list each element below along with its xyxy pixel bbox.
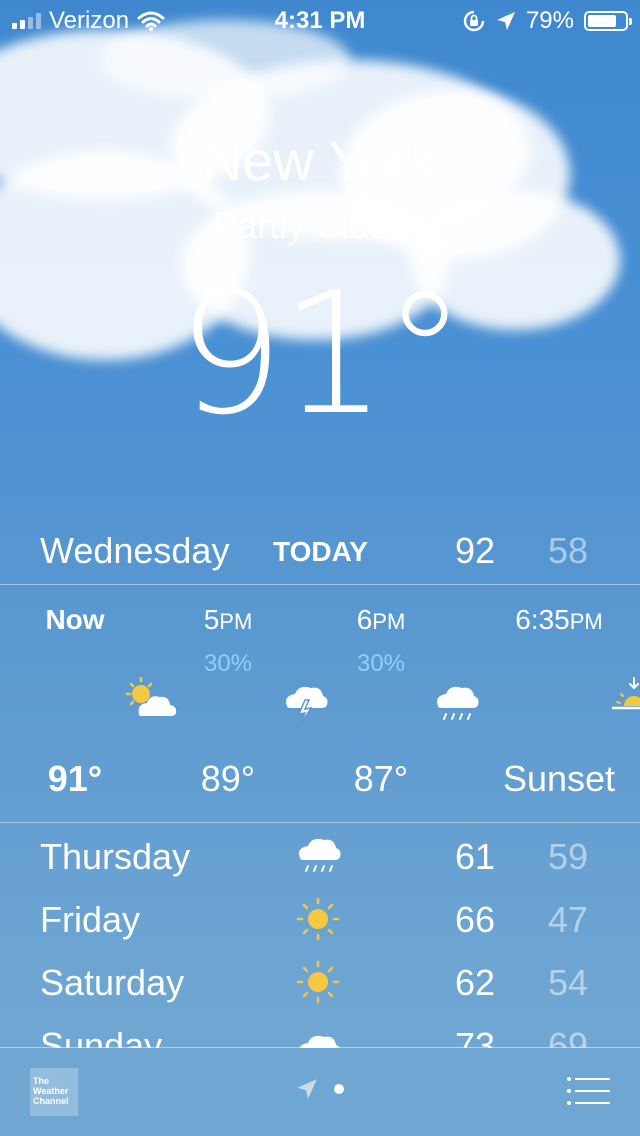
today-high: 92 [455, 530, 496, 571]
hour-temperature: 87° [353, 758, 409, 799]
day-name: Thursday [40, 836, 191, 877]
hour-label: Now [45, 604, 105, 635]
sun-icon [296, 960, 340, 1004]
today-day: Wednesday [40, 530, 230, 571]
hour-temperature: 89° [200, 758, 256, 799]
hourly-item: Now 91° [0, 586, 177, 822]
city-list-icon[interactable] [566, 1076, 610, 1106]
today-low: 58 [548, 530, 589, 571]
hourly-forecast[interactable]: Now 91° 5PM 30% 89° 6PM 30% 87° 6:35PM S… [0, 586, 640, 822]
daily-row: Thursday 61 59 [0, 830, 640, 886]
hourly-item: 6:35PM Sunset [484, 586, 640, 822]
city-name: New York [201, 129, 439, 192]
day-low: 47 [548, 899, 589, 940]
current-condition: Partly Cloudy [212, 205, 428, 246]
day-high: 61 [455, 836, 496, 877]
status-bar: Verizon 4:31 PM 79% [0, 0, 640, 40]
sun-icon [296, 897, 340, 941]
location-arrow-icon [496, 12, 515, 30]
day-name: Sunday [40, 1025, 163, 1048]
battery-percent: 79% [525, 7, 574, 34]
day-high: 62 [455, 962, 496, 1003]
today-row: Wednesday TODAY 92 58 [0, 524, 640, 582]
day-high: 73 [455, 1025, 496, 1048]
hourly-item: 6PM 30% 87° [306, 586, 479, 822]
day-low: 54 [548, 962, 589, 1003]
hour-temperature: Sunset [502, 758, 616, 799]
weather-channel-logo[interactable]: The Weather Channel [30, 1068, 78, 1116]
current-temperature: 91° [177, 256, 467, 452]
hour-label: 6:35PM [515, 604, 603, 635]
hour-label: 6PM [356, 604, 406, 635]
divider [0, 584, 640, 585]
bottom-toolbar: The Weather Channel [0, 1048, 640, 1136]
day-name: Friday [40, 899, 141, 940]
rotation-lock-icon [463, 10, 485, 32]
day-low: 69 [548, 1025, 589, 1048]
cloud-icon [299, 1035, 340, 1048]
battery-icon [584, 11, 632, 31]
daily-row: Friday 66 47 [0, 893, 640, 949]
hourly-item: 5PM 30% 89° [153, 586, 328, 822]
today-tag: TODAY [273, 536, 368, 567]
location-arrow-icon [297, 1079, 317, 1099]
sunset-icon [612, 677, 640, 710]
day-name: Saturday [40, 962, 185, 1003]
rain-icon [299, 838, 341, 872]
page-dot [334, 1084, 344, 1094]
day-high: 66 [455, 899, 496, 940]
daily-row: Saturday 62 54 [0, 956, 640, 1012]
day-low: 59 [548, 836, 589, 877]
hour-temperature: 91° [47, 758, 103, 799]
page-indicator[interactable] [296, 1078, 344, 1100]
hour-label: 5PM [203, 604, 253, 635]
divider [0, 822, 640, 823]
daily-row: Sunday 73 69 [0, 1019, 640, 1048]
